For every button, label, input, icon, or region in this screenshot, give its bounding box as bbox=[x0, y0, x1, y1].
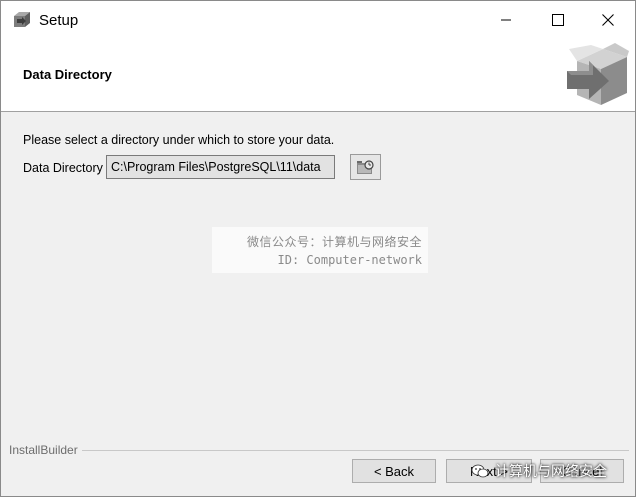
page-title: Data Directory bbox=[23, 67, 112, 82]
minimize-button[interactable] bbox=[483, 1, 529, 39]
watermark: 微信公众号：计算机与网络安全 ID: Computer-network bbox=[212, 227, 428, 273]
page-header: Data Directory bbox=[1, 39, 635, 112]
installer-box-arrow-icon bbox=[567, 43, 629, 105]
instruction-text: Please select a directory under which to… bbox=[23, 133, 335, 147]
maximize-icon bbox=[552, 14, 564, 26]
folder-browse-icon bbox=[356, 160, 374, 174]
app-icon bbox=[14, 12, 30, 27]
wechat-icon bbox=[471, 464, 489, 478]
footer-divider bbox=[9, 450, 629, 451]
installbuilder-brand: InstallBuilder bbox=[9, 443, 82, 457]
browse-button[interactable] bbox=[350, 154, 381, 180]
window-title: Setup bbox=[39, 12, 79, 29]
close-icon bbox=[602, 14, 614, 26]
back-button[interactable]: < Back bbox=[352, 459, 436, 483]
wechat-watermark-text: 计算机与网络安全 bbox=[495, 464, 607, 480]
maximize-button[interactable] bbox=[535, 1, 581, 39]
data-directory-label: Data Directory bbox=[23, 161, 103, 175]
watermark-line-1: 微信公众号：计算机与网络安全 bbox=[246, 235, 422, 249]
data-directory-input[interactable] bbox=[106, 155, 335, 179]
title-bar[interactable]: Setup bbox=[1, 1, 635, 39]
wechat-watermark: 计算机与网络安全 bbox=[471, 460, 607, 482]
watermark-line-2: ID: Computer-network bbox=[277, 253, 423, 267]
minimize-icon bbox=[501, 19, 511, 21]
setup-window: Setup Data Directory Please select a dir… bbox=[0, 0, 636, 497]
close-button[interactable] bbox=[585, 1, 631, 39]
